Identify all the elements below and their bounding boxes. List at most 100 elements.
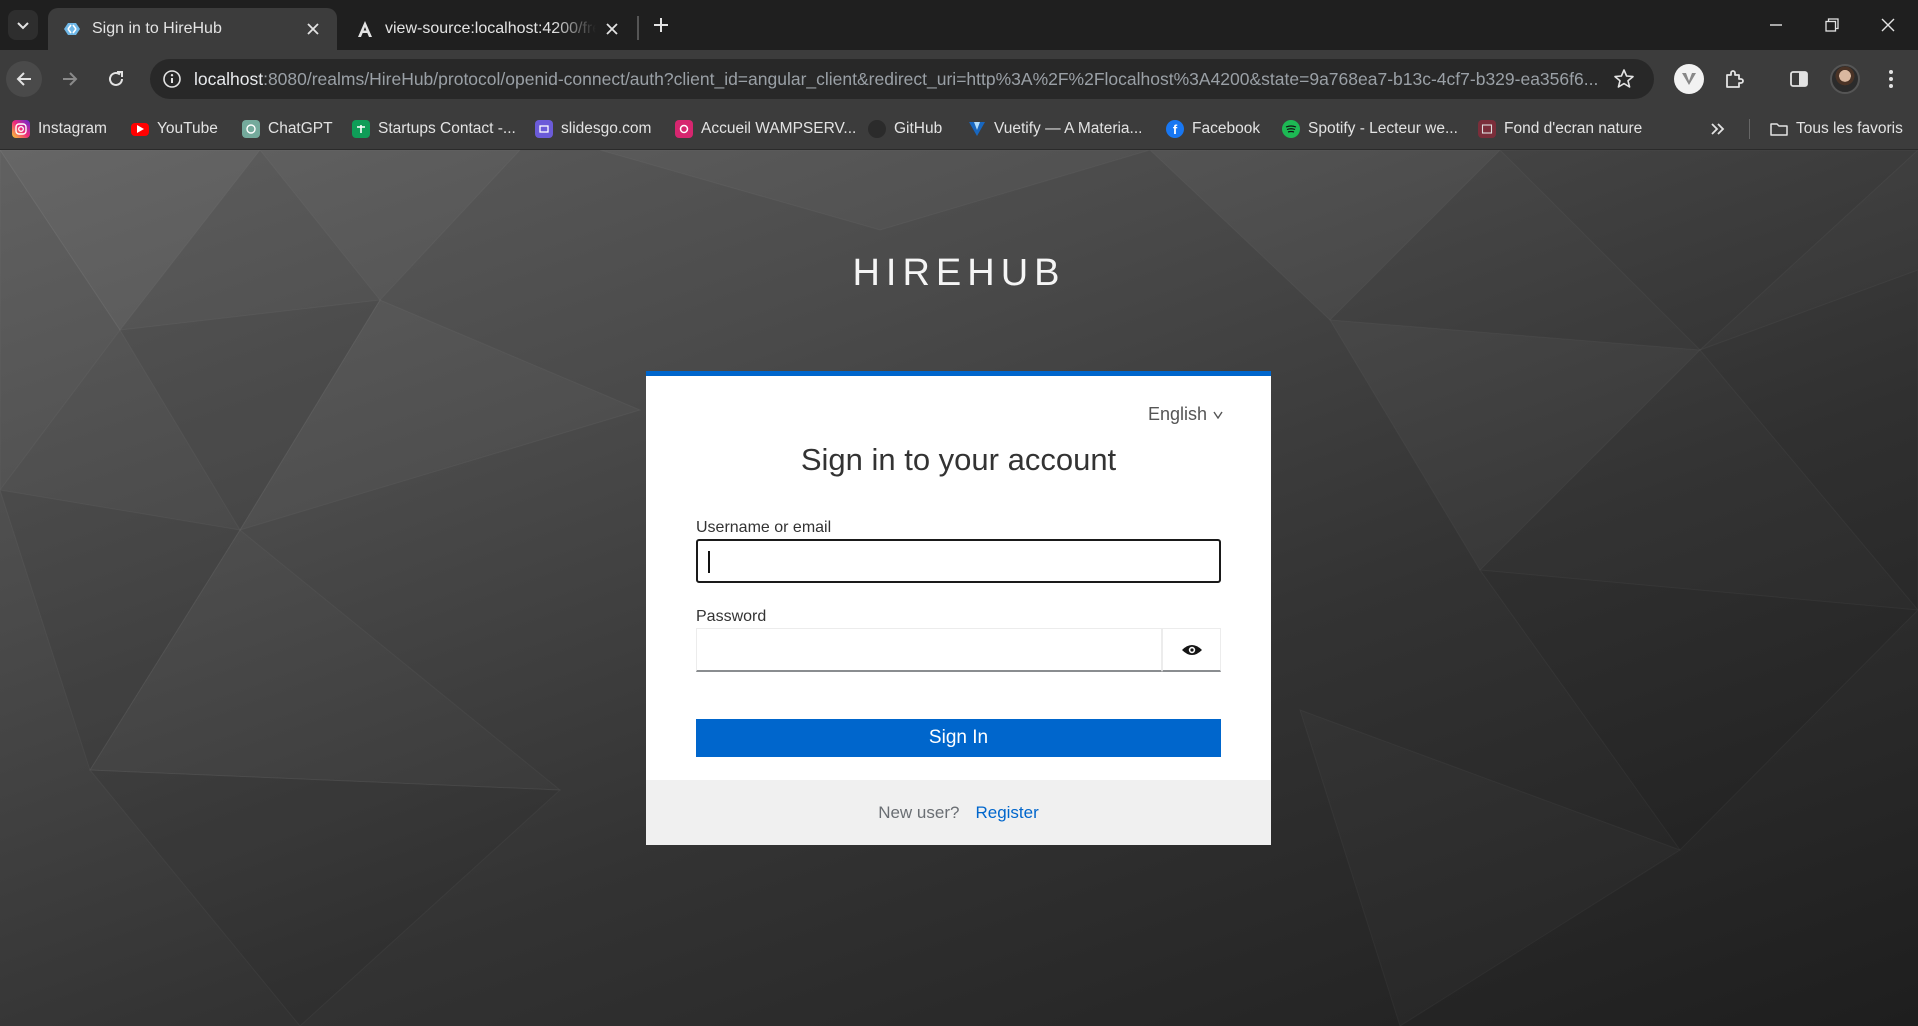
site-info-icon[interactable] xyxy=(160,67,184,91)
tab-signin-hirehub[interactable]: Sign in to HireHub xyxy=(48,8,337,50)
angular-icon xyxy=(355,19,375,39)
chatgpt-icon xyxy=(242,120,260,138)
instagram-icon xyxy=(12,120,30,138)
plus-icon xyxy=(654,18,668,32)
bookmark-startups-contact[interactable]: Startups Contact -... xyxy=(352,117,516,141)
bookmark-label: Startups Contact -... xyxy=(378,120,516,137)
browser-menu-button[interactable] xyxy=(1873,61,1909,97)
tab-divider xyxy=(637,16,639,40)
avatar xyxy=(1830,64,1860,94)
minimize-button[interactable] xyxy=(1748,0,1804,50)
reload-button[interactable] xyxy=(98,61,134,97)
bookmark-label: Accueil WAMPSERV... xyxy=(701,120,857,137)
browser-toolbar: localhost:8080/realms/HireHub/protocol/o… xyxy=(0,50,1918,108)
folder-icon xyxy=(1770,120,1788,138)
side-panel-button[interactable] xyxy=(1781,61,1817,97)
wamp-icon xyxy=(675,120,693,138)
login-card: English Sign in to your account Username… xyxy=(646,371,1271,845)
tab-strip: Sign in to HireHub view-source:localhost… xyxy=(0,0,1918,50)
bookmark-instagram[interactable]: Instagram xyxy=(12,117,107,141)
page-title: Sign in to your account xyxy=(800,442,1117,477)
password-label: Password xyxy=(696,608,767,625)
password-input[interactable] xyxy=(696,628,1162,672)
double-chevron-right-icon xyxy=(1711,123,1725,135)
bookmark-star-icon[interactable] xyxy=(1612,67,1636,91)
facebook-icon: f xyxy=(1166,120,1184,138)
spotify-icon xyxy=(1282,120,1300,138)
back-button[interactable] xyxy=(6,61,42,97)
all-bookmarks-folder[interactable]: Tous les favoris xyxy=(1770,117,1903,141)
arrow-right-icon xyxy=(63,72,78,86)
close-window-button[interactable] xyxy=(1860,0,1916,50)
bookmark-facebook[interactable]: f Facebook xyxy=(1166,117,1260,141)
bookmarks-bar: Instagram YouTube ChatGPT Startups Conta… xyxy=(0,108,1918,150)
vuetify-icon xyxy=(968,120,986,138)
close-tab-icon[interactable] xyxy=(602,19,622,39)
eye-icon xyxy=(1181,644,1202,655)
profile-button[interactable] xyxy=(1827,61,1863,97)
bookmark-label: slidesgo.com xyxy=(561,120,652,137)
bookmark-label: Tous les favoris xyxy=(1796,120,1903,137)
bookmark-vuetify[interactable]: Vuetify — A Materia... xyxy=(968,117,1142,141)
side-panel-icon xyxy=(1790,71,1808,87)
restore-icon xyxy=(1825,18,1839,32)
address-bar[interactable]: localhost:8080/realms/HireHub/protocol/o… xyxy=(150,59,1654,99)
more-vertical-icon xyxy=(1889,70,1893,88)
keycloak-icon xyxy=(62,19,82,39)
puzzle-icon xyxy=(1726,70,1744,88)
youtube-icon xyxy=(131,122,149,136)
minimize-icon xyxy=(1770,24,1782,26)
bookmark-wampserver[interactable]: Accueil WAMPSERV... xyxy=(675,117,856,141)
username-input[interactable] xyxy=(696,539,1221,583)
language-label: English xyxy=(1147,404,1207,424)
username-label: Username or email xyxy=(696,519,832,536)
bookmark-label: YouTube xyxy=(157,120,218,137)
bookmark-label: Vuetify — A Materia... xyxy=(994,120,1143,137)
chevron-down-icon xyxy=(1213,411,1223,419)
more-bookmarks-button[interactable] xyxy=(1710,117,1726,141)
register-link[interactable]: Register xyxy=(975,803,1038,823)
close-icon xyxy=(1881,18,1895,32)
close-tab-icon[interactable] xyxy=(303,19,323,39)
slidesgo-icon xyxy=(535,120,553,138)
brand-title: HIREHUB xyxy=(852,252,1066,294)
restore-button[interactable] xyxy=(1804,0,1860,50)
bookmark-label: ChatGPT xyxy=(268,120,333,137)
sheets-icon xyxy=(352,120,370,138)
url-path: :8080/realms/HireHub/protocol/openid-con… xyxy=(263,68,1599,89)
bookmark-label: Facebook xyxy=(1192,120,1261,137)
extensions-button[interactable] xyxy=(1716,61,1752,97)
bookmark-label: Instagram xyxy=(38,120,107,137)
url-host: localhost xyxy=(194,68,264,89)
tab-view-source[interactable]: view-source:localhost:4200/free xyxy=(341,8,636,50)
bookmark-slidesgo[interactable]: slidesgo.com xyxy=(535,117,651,141)
show-password-button[interactable] xyxy=(1162,628,1221,672)
github-icon xyxy=(868,120,886,138)
bookmarks-divider xyxy=(1749,119,1750,139)
vuetify-extension-icon xyxy=(1674,64,1704,94)
login-page: HIREHUB English Sign in to your account … xyxy=(0,150,1918,1026)
tab-title: Sign in to HireHub xyxy=(92,20,222,37)
reload-icon xyxy=(109,71,123,86)
bookmark-fond-ecran[interactable]: Fond d'ecran nature xyxy=(1478,117,1642,141)
bookmark-chatgpt[interactable]: ChatGPT xyxy=(242,117,333,141)
forward-button[interactable] xyxy=(52,61,88,97)
bookmark-youtube[interactable]: YouTube xyxy=(131,117,218,141)
bookmark-spotify[interactable]: Spotify - Lecteur we... xyxy=(1282,117,1458,141)
image-icon xyxy=(1478,120,1496,138)
bookmark-label: Spotify - Lecteur we... xyxy=(1308,120,1458,137)
vuetify-extension-button[interactable] xyxy=(1671,61,1707,97)
arrow-left-icon xyxy=(16,72,31,86)
registration-footer: New user? Register xyxy=(646,780,1271,845)
bookmark-label: Fond d'ecran nature xyxy=(1504,120,1643,137)
sign-in-button[interactable]: Sign In xyxy=(696,719,1221,757)
new-tab-button[interactable] xyxy=(648,12,674,38)
bookmark-github[interactable]: GitHub xyxy=(868,117,942,141)
bookmark-label: GitHub xyxy=(894,120,943,137)
text-cursor xyxy=(708,551,710,573)
new-user-text: New user? xyxy=(878,802,960,822)
language-selector[interactable]: English xyxy=(1148,404,1223,425)
chevron-down-icon xyxy=(17,22,29,30)
tab-search-button[interactable] xyxy=(8,10,38,40)
url-text[interactable]: localhost:8080/realms/HireHub/protocol/o… xyxy=(194,69,1624,90)
